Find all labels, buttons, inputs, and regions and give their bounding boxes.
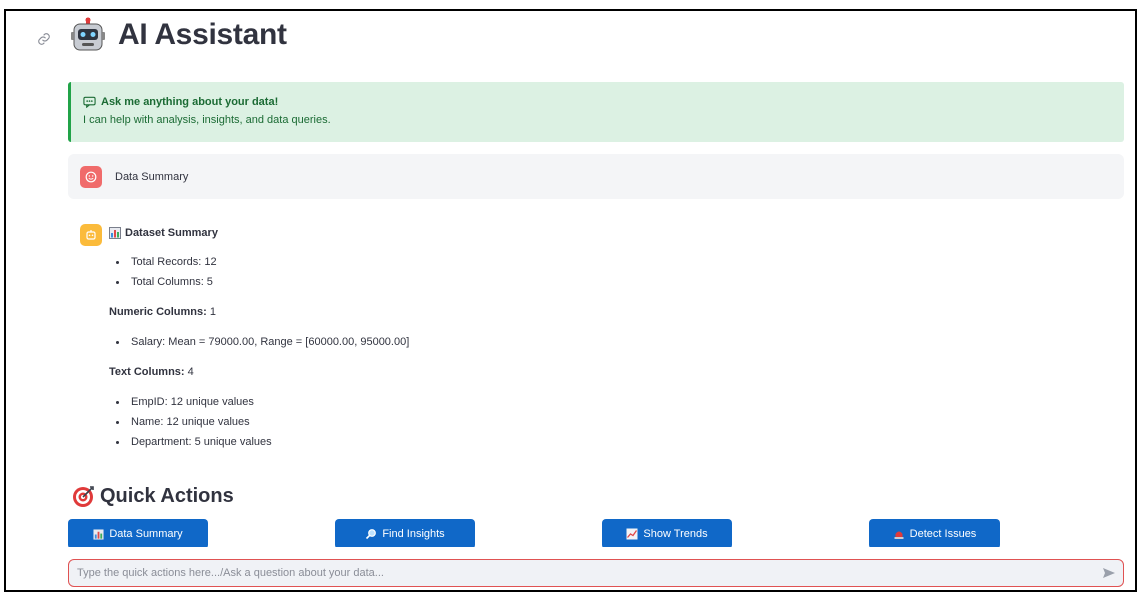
numeric-list: Salary: Mean = 79000.00, Range = [60000.… [109,332,669,352]
text-count: 4 [187,366,194,378]
chat-input-bar [6,547,1135,590]
bot-icon [86,230,96,240]
data-summary-button[interactable]: Data Summary [68,519,208,549]
main-area: AI Assistant Ask me anything about your … [6,11,1135,549]
overview-list: Total Records: 12 Total Columns: 5 [109,252,669,292]
bar-chart-icon [93,528,104,540]
list-item: Salary: Mean = 79000.00, Range = [60000.… [109,332,669,352]
speech-bubble-icon [83,96,96,108]
numeric-columns-label: Numeric Columns: 1 [109,306,216,318]
smiley-icon [85,171,97,182]
list-item: Total Columns: 5 [109,272,669,292]
list-item: Total Records: 12 [109,252,669,272]
bar-chart-icon [109,227,121,239]
numeric-count: 1 [209,306,216,318]
chat-input[interactable] [69,566,1095,580]
quick-actions-title: Quick Actions [100,485,234,507]
user-avatar [80,165,102,188]
trend-chart-icon [626,528,638,540]
siren-icon [894,531,904,539]
magnifier-icon [366,529,377,540]
page-title: AI Assistant [118,18,287,51]
user-message-text: Data Summary [115,170,189,183]
text-columns-label: Text Columns: 4 [109,366,194,378]
quick-actions-header: Quick Actions [72,485,234,508]
bot-avatar [80,224,102,246]
user-message: Data Summary [68,154,1124,199]
link-icon[interactable] [30,25,58,53]
show-trends-button[interactable]: Show Trends [602,519,732,549]
robot-icon [71,17,105,51]
list-item: Name: 12 unique values [109,412,669,432]
summary-heading: Dataset Summary [125,227,218,239]
chat-input-container [68,559,1124,587]
detect-issues-button[interactable]: Detect Issues [869,519,1000,549]
app-frame: AI Assistant Ask me anything about your … [4,9,1137,592]
list-item: EmpID: 12 unique values [109,392,669,412]
page-header: AI Assistant [70,17,287,53]
send-button[interactable] [1095,560,1123,586]
info-alert: Ask me anything about your data! I can h… [68,82,1124,142]
alert-heading: Ask me anything about your data! [101,96,279,108]
find-insights-button[interactable]: Find Insights [335,519,475,549]
alert-body: I can help with analysis, insights, and … [83,114,331,126]
text-list: EmpID: 12 unique values Name: 12 unique … [109,392,669,452]
list-item: Department: 5 unique values [109,432,669,452]
send-icon [1103,568,1115,578]
target-icon [73,485,94,507]
